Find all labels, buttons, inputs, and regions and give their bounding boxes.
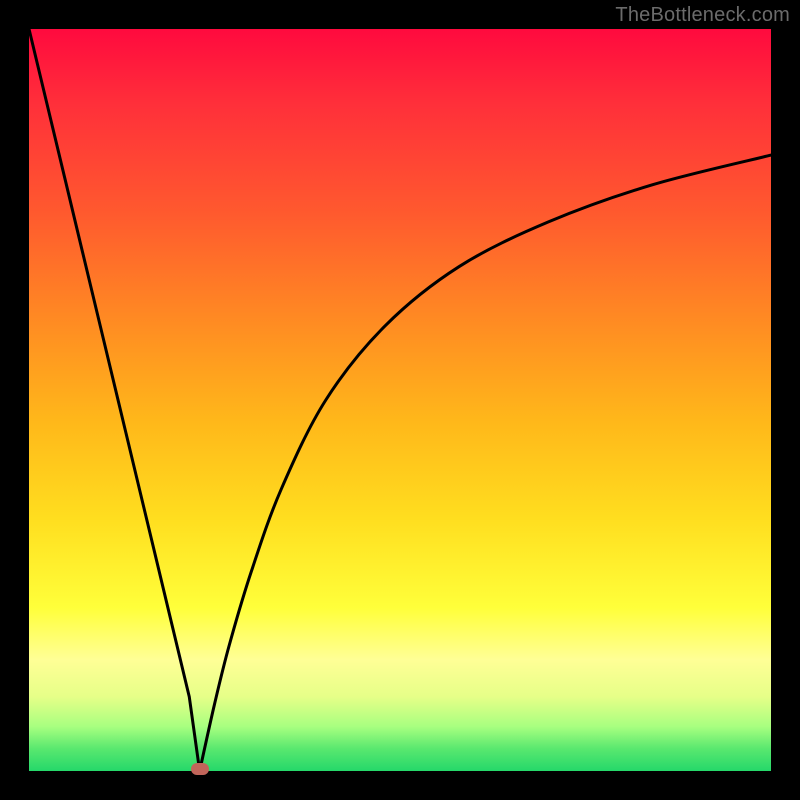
chart-frame: TheBottleneck.com	[0, 0, 800, 800]
curve-path	[29, 29, 771, 771]
chart-plot-area	[29, 29, 771, 771]
watermark-text: TheBottleneck.com	[615, 4, 790, 27]
optimal-point-marker	[191, 763, 209, 775]
bottleneck-curve	[29, 29, 771, 771]
